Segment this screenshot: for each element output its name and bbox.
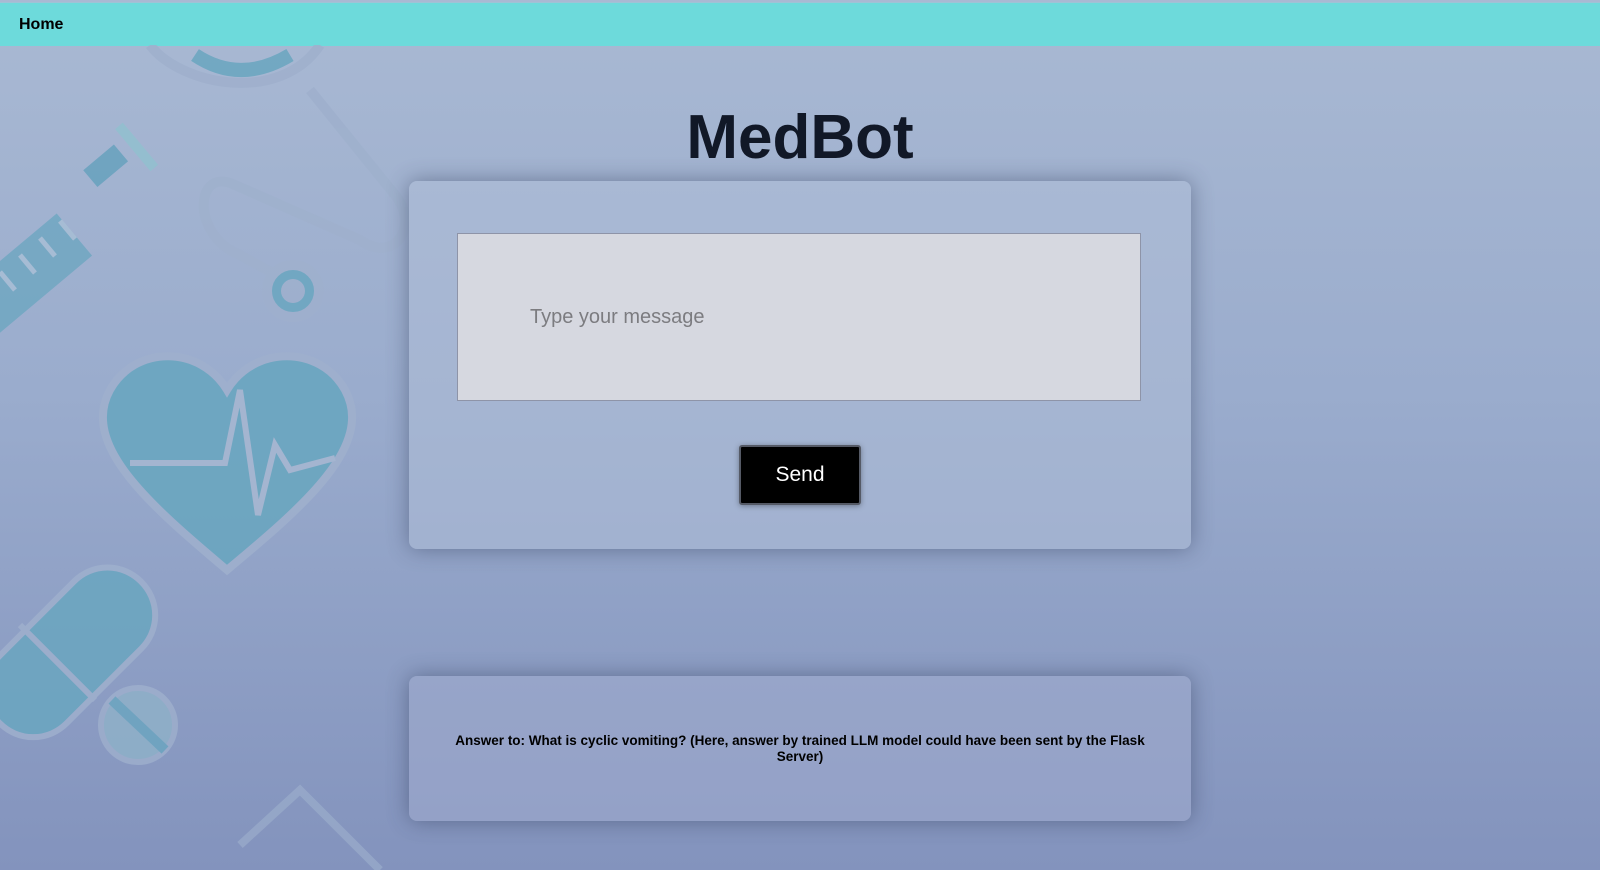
tablet-icon xyxy=(98,685,178,765)
answer-text: Answer to: What is cyclic vomiting? (Her… xyxy=(455,733,1145,764)
send-button[interactable]: Send xyxy=(739,445,861,505)
page-title: MedBot xyxy=(686,103,914,172)
message-input[interactable] xyxy=(457,233,1141,401)
heart-pulse-icon xyxy=(99,352,357,576)
answer-panel: Answer to: What is cyclic vomiting? (Her… xyxy=(409,676,1191,821)
stethoscope-icon xyxy=(146,45,410,322)
home-link[interactable]: Home xyxy=(19,16,63,34)
top-nav-bar: Home xyxy=(0,2,1600,46)
chat-panel: Send xyxy=(409,181,1191,549)
